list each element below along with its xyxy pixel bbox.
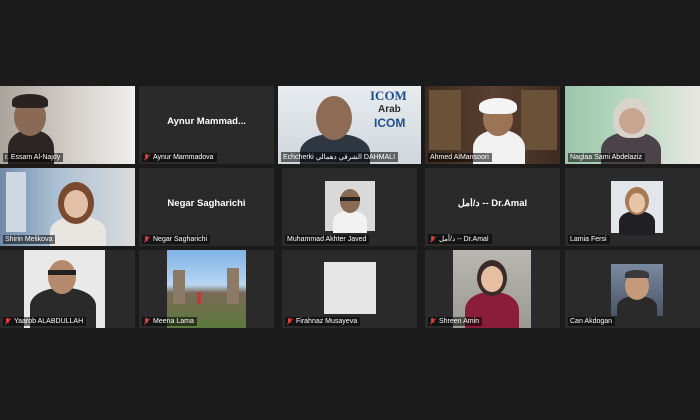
- participant-tile[interactable]: Shreen Amin: [425, 250, 560, 328]
- participant-name-label: Naglaa Sami Abdelaziz: [568, 153, 645, 162]
- participant-tile[interactable]: Yaarob ALABDULLAH: [0, 250, 135, 328]
- participant-name-label: Echcherki ‎الشرقي دهمالي DAHMALI: [281, 152, 399, 162]
- participant-name-label: Meena Lama: [142, 317, 197, 326]
- participant-photo: [611, 181, 663, 235]
- muted-mic-icon: [5, 318, 11, 325]
- participant-tile[interactable]: Meena Lama: [139, 250, 274, 328]
- participant-name-label: Lamia Fersi: [568, 235, 610, 244]
- participant-name-label: Can Akdogan: [568, 317, 616, 326]
- participant-tile[interactable]: Naglaa Sami Abdelaziz: [565, 86, 700, 164]
- participant-photo: [611, 264, 663, 320]
- participant-name-label: Shirin Melikova: [3, 235, 56, 244]
- muted-mic-icon: [144, 236, 150, 243]
- participant-tile[interactable]: r. Essam Al-Najdy: [0, 86, 135, 164]
- participant-name-label: Shreen Amin: [428, 317, 483, 326]
- participant-tile[interactable]: Muhammad Akhter Javed: [282, 168, 417, 246]
- participant-name-label: Muhammad Akhter Javed: [285, 235, 370, 244]
- arab-logo-text: Arab: [378, 104, 401, 115]
- participant-name-label: Yaarob ALABDULLAH: [3, 317, 87, 326]
- participant-name-label: Ahmed AlMansoori: [428, 153, 492, 162]
- participant-tile[interactable]: Aynur Mammad... Aynur Mammadova: [139, 86, 274, 164]
- participant-photo: [324, 181, 375, 233]
- muted-mic-icon: [144, 154, 150, 161]
- participant-tile[interactable]: د/أمل -- Dr.Amal د/أمل -- Dr.Amal: [425, 168, 560, 246]
- participant-name-label: Negar Sagharichi: [142, 235, 211, 244]
- icom-logo: ICOM: [370, 88, 407, 103]
- muted-mic-icon: [430, 318, 436, 325]
- participant-tile[interactable]: Firahnaz Musayeva: [282, 250, 417, 328]
- muted-mic-icon: [430, 235, 436, 243]
- muted-mic-icon: [287, 318, 293, 325]
- participant-display-name: Aynur Mammad...: [167, 116, 246, 127]
- participant-tile[interactable]: Shirin Melikova: [0, 168, 135, 246]
- participant-name-label: Firahnaz Musayeva: [285, 317, 361, 326]
- participant-tile[interactable]: Ahmed AlMansoori: [425, 86, 560, 164]
- participant-tile[interactable]: Negar Sagharichi Negar Sagharichi: [139, 168, 274, 246]
- participant-name-label: د/أمل -- Dr.Amal: [428, 234, 492, 244]
- icom-logo: ICOM: [374, 116, 406, 130]
- participant-tile[interactable]: Lamia Fersi: [565, 168, 700, 246]
- participant-tile[interactable]: Can Akdogan: [565, 250, 700, 328]
- participant-display-name: د/أمل -- Dr.Amal: [457, 198, 528, 209]
- participant-display-name: Negar Sagharichi: [167, 198, 246, 209]
- participant-tile-active-speaker[interactable]: ICOM Arab ICOM Echcherki ‎الشرقي دهمالي …: [278, 86, 421, 164]
- participant-photo: [323, 262, 376, 314]
- participant-name-label: r. Essam Al-Najdy: [3, 153, 64, 162]
- participant-grid: r. Essam Al-Najdy Aynur Mammad... Aynur …: [0, 86, 700, 328]
- participant-name-label: Aynur Mammadova: [142, 153, 217, 162]
- muted-mic-icon: [144, 318, 150, 325]
